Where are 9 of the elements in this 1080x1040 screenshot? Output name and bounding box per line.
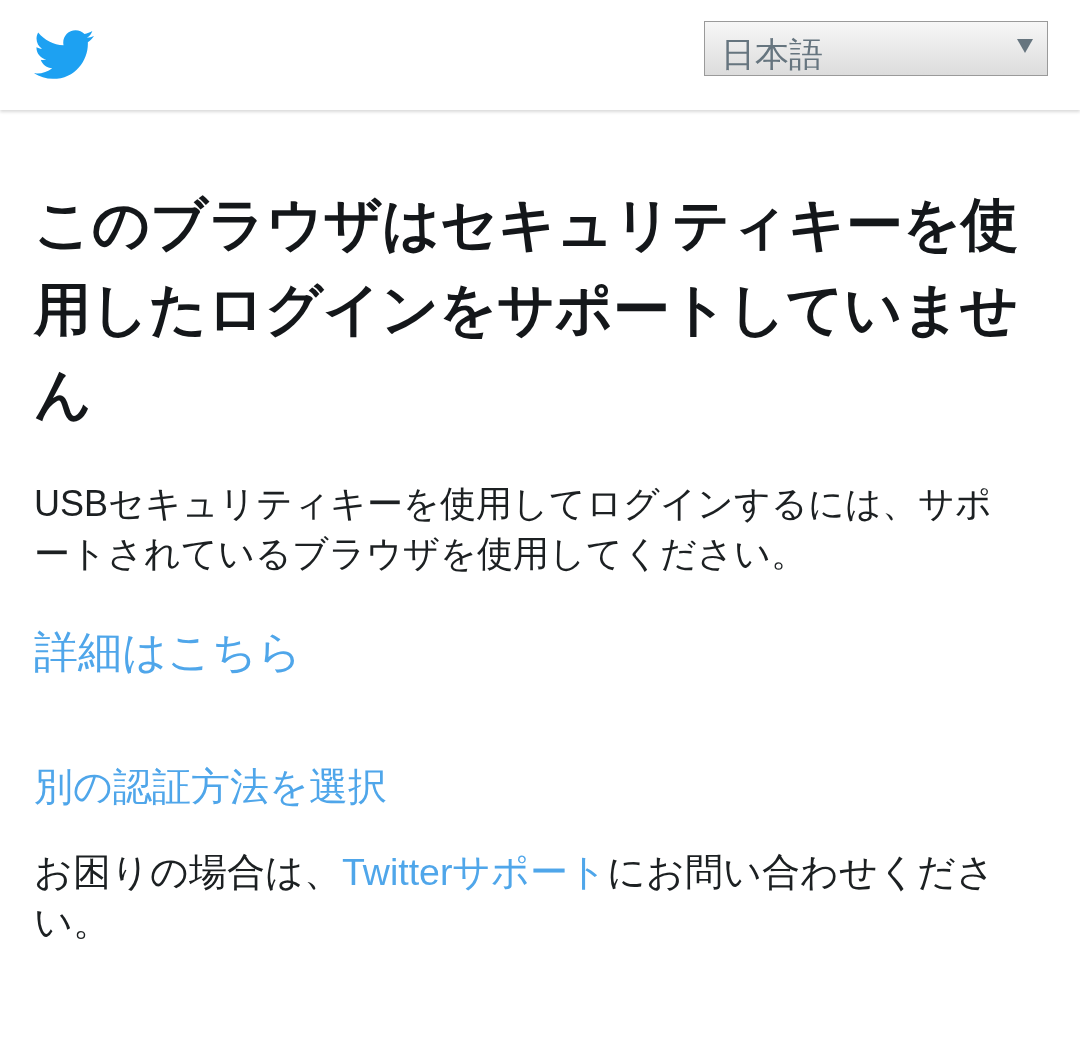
caret-icon bbox=[1017, 39, 1033, 53]
description-text: USBセキュリティキーを使用してログインするには、サポートされているブラウザを使用してください。 bbox=[34, 482, 994, 576]
page-heading: このブラウザはセキュリティキーを使用したログインをサポートしていません bbox=[34, 191, 1019, 428]
alternative-method-link[interactable]: 別の認証方法を選択 bbox=[34, 760, 387, 814]
bird-icon[interactable] bbox=[34, 30, 94, 79]
help-text: お困りの場合は、Twitterサポート にお問い合わせください。 bbox=[34, 850, 997, 945]
language-select[interactable]: 日本語 bbox=[704, 21, 1048, 76]
learn-more-link[interactable]: 詳細はこちら bbox=[34, 622, 302, 682]
support-link[interactable]: Twitterサポート bbox=[342, 851, 608, 893]
